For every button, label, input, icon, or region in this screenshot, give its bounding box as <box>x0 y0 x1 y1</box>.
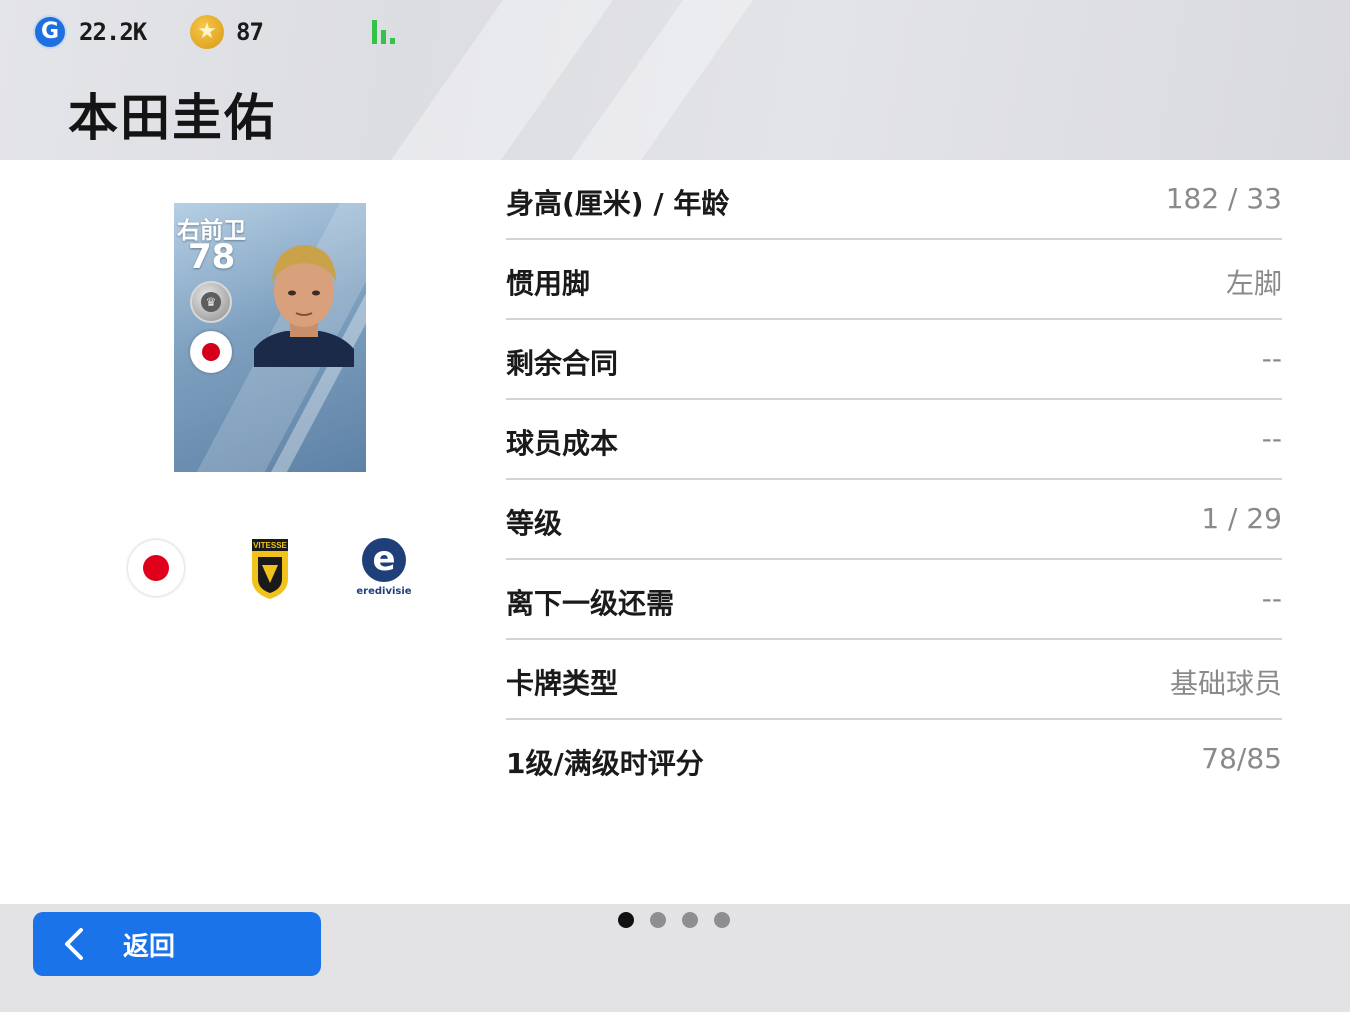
page-dot[interactable] <box>650 912 666 928</box>
attribute-row-height-age: 身高(厘米) / 年龄 182 / 33 <box>506 160 1282 240</box>
attribute-row-player-cost: 球员成本 -- <box>506 400 1282 480</box>
attribute-label: 卡牌类型 <box>506 667 619 700</box>
vitesse-crest-icon[interactable]: VITESSE <box>250 539 290 599</box>
club-name: VITESSE <box>253 541 287 550</box>
page-dot[interactable] <box>618 912 634 928</box>
player-card[interactable]: 右前卫 78 ♛ <box>174 203 366 472</box>
league-letter: e <box>372 539 396 579</box>
attribute-row-preferred-foot: 惯用脚 左脚 <box>506 240 1282 320</box>
footer-bar: 返回 <box>0 904 1350 1012</box>
attribute-row-card-type: 卡牌类型 基础球员 <box>506 640 1282 720</box>
player-name: 本田圭佑 <box>68 89 276 147</box>
attribute-list: 身高(厘米) / 年龄 182 / 33 惯用脚 左脚 剩余合同 -- 球员成本… <box>506 160 1282 800</box>
japan-flag-icon[interactable] <box>128 540 184 596</box>
japan-flag-icon <box>190 331 232 373</box>
signal-bars-icon <box>372 18 400 44</box>
attribute-label: 剩余合同 <box>506 347 619 380</box>
gp-coin-icon: G <box>33 15 67 49</box>
attribute-label: 惯用脚 <box>506 267 591 300</box>
attribute-value: 基础球员 <box>1169 667 1282 700</box>
header: G 22.2K ★ 87 本田圭佑 <box>0 0 1350 160</box>
attribute-value: 182 / 33 <box>1165 182 1282 215</box>
league-name: eredivisie <box>356 586 412 597</box>
back-button[interactable]: 返回 <box>33 912 321 976</box>
attribute-label: 球员成本 <box>506 427 619 460</box>
attribute-value: -- <box>1261 582 1282 615</box>
attribute-value: 左脚 <box>1225 267 1282 300</box>
attribute-row-rating-range: 1级/满级时评分 78/85 <box>506 720 1282 800</box>
attribute-value: -- <box>1261 342 1282 375</box>
coin-balance: ★ 87 <box>190 14 264 50</box>
player-detail-screen: G 22.2K ★ 87 本田圭佑 右前卫 78 ♛ VITESSE e ere… <box>0 0 1350 1012</box>
eredivisie-logo-icon[interactable]: e eredivisie <box>354 536 414 602</box>
silver-club-badge-icon: ♛ <box>190 281 232 323</box>
attribute-row-contract: 剩余合同 -- <box>506 320 1282 400</box>
gp-value: 22.2K <box>79 18 147 46</box>
attribute-row-level: 等级 1 / 29 <box>506 480 1282 560</box>
attribute-label: 1级/满级时评分 <box>506 747 704 780</box>
page-dot[interactable] <box>682 912 698 928</box>
attribute-value: 1 / 29 <box>1201 502 1282 535</box>
chevron-left-icon <box>65 928 83 960</box>
attribute-label: 离下一级还需 <box>506 587 675 620</box>
player-portrait <box>254 245 354 367</box>
attribute-label: 身高(厘米) / 年龄 <box>506 187 730 220</box>
star-coin-icon: ★ <box>190 15 224 49</box>
back-button-label: 返回 <box>123 932 176 962</box>
page-dot[interactable] <box>714 912 730 928</box>
attribute-label: 等级 <box>506 507 563 540</box>
page-indicator <box>618 912 746 930</box>
coin-value: 87 <box>236 18 264 46</box>
attribute-value: 78/85 <box>1201 742 1282 775</box>
gp-balance: G 22.2K <box>33 14 147 50</box>
card-rating: 78 <box>188 237 236 277</box>
attribute-value: -- <box>1261 422 1282 455</box>
attribute-row-next-level: 离下一级还需 -- <box>506 560 1282 640</box>
